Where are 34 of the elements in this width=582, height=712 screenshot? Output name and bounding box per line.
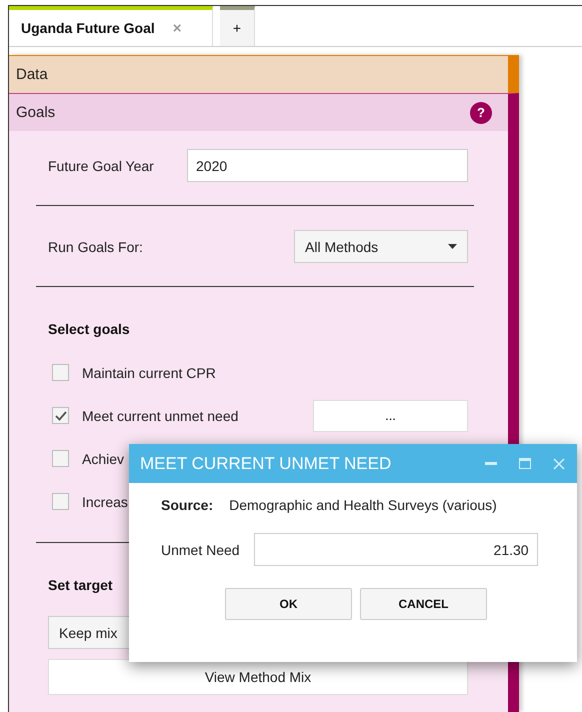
help-icon[interactable]: ? xyxy=(470,102,492,124)
section-heading: Select goals xyxy=(48,321,131,337)
year-field[interactable]: 2020 xyxy=(187,149,468,182)
checkbox[interactable] xyxy=(52,493,69,510)
checkbox[interactable] xyxy=(52,364,69,381)
goal-label: Meet current unmet need xyxy=(82,408,238,424)
minimize-icon[interactable] xyxy=(485,462,497,465)
dialog-button[interactable]: CANCEL xyxy=(360,588,487,620)
section-title: Data xyxy=(16,66,48,83)
checkbox[interactable] xyxy=(52,450,69,467)
dialog-title: MEET CURRENT UNMET NEED xyxy=(140,454,392,474)
maximize-icon[interactable] xyxy=(519,458,531,469)
options-button[interactable]: ... xyxy=(313,400,468,432)
close-icon[interactable] xyxy=(553,458,565,470)
view-mix-button[interactable]: View Method Mix xyxy=(48,659,468,695)
source-label: Source: xyxy=(161,497,214,513)
unmet-need-field[interactable]: 21.30 xyxy=(254,533,538,566)
section-heading: Set target xyxy=(48,577,114,593)
methods-dropdown[interactable]: All Methods xyxy=(294,230,468,263)
field-label: Future Goal Year xyxy=(48,158,154,174)
goal-label: Maintain current CPR xyxy=(82,364,216,380)
field-label: Run Goals For: xyxy=(48,238,143,254)
section-header[interactable]: Data xyxy=(9,55,519,93)
tab[interactable]: + xyxy=(220,6,255,46)
section-header[interactable]: Goals ? xyxy=(9,93,519,131)
source-value: Demographic and Health Surveys (various) xyxy=(229,497,497,513)
section-title: Goals xyxy=(16,104,56,121)
field-label: Unmet Need xyxy=(161,542,240,558)
dialog-button[interactable]: OK xyxy=(225,588,352,620)
goal-label: Increas xyxy=(82,494,128,510)
goal-label: Achiev xyxy=(82,450,124,466)
tab[interactable]: Uganda Future Goal × xyxy=(9,6,213,46)
checkbox[interactable] xyxy=(52,407,69,424)
caret-icon xyxy=(448,244,457,249)
